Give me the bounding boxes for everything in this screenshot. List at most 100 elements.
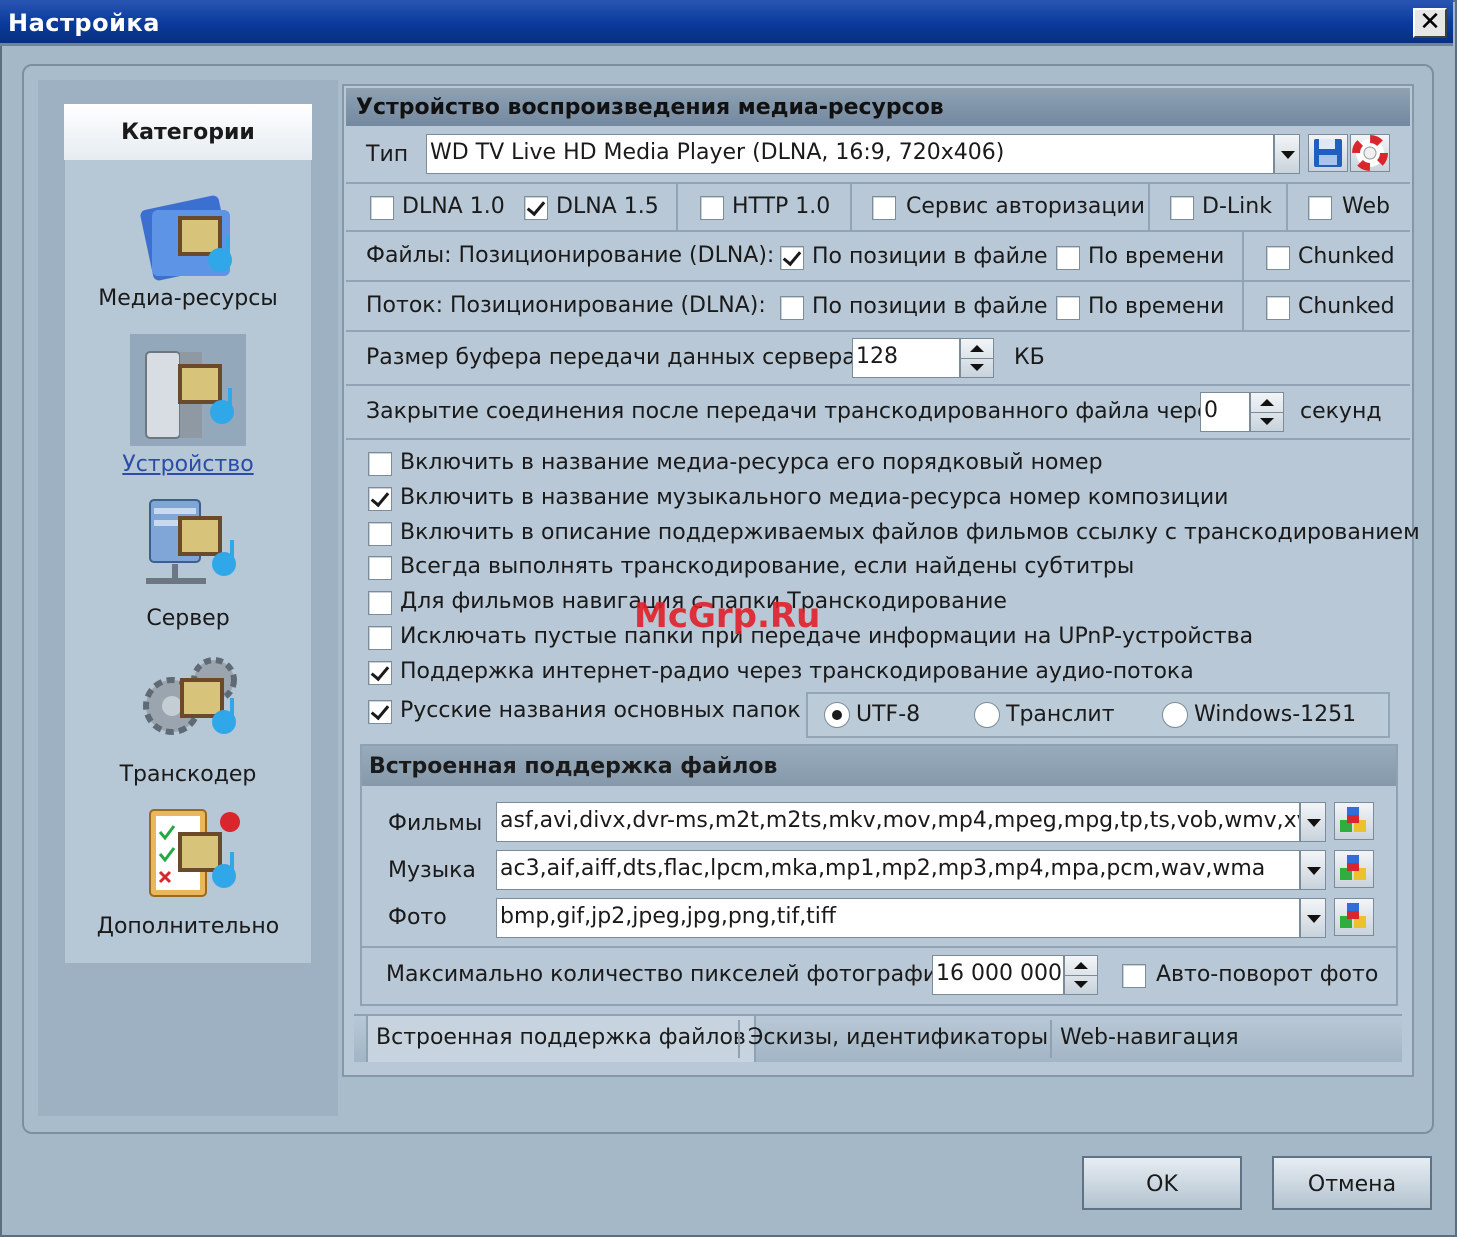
option-checkbox-transcode-link[interactable]	[368, 522, 392, 546]
divider	[1148, 184, 1150, 230]
films-edit-button[interactable]	[1334, 802, 1374, 840]
category-server[interactable]: Сервер	[64, 494, 312, 631]
music-dropdown-button[interactable]	[1300, 850, 1326, 890]
music-edit-button[interactable]	[1334, 850, 1374, 888]
section-title: Устройство воспроизведения медиа-ресурсо…	[346, 88, 1410, 126]
dlna10-label: DLNA 1.0	[402, 194, 505, 219]
option-label: Всегда выполнять транскодирование, если …	[400, 554, 1135, 579]
files-chunked-checkbox[interactable]	[1266, 246, 1290, 270]
cancel-button[interactable]: Отмена	[1272, 1156, 1432, 1210]
option-checkbox-internet-radio[interactable]	[368, 661, 392, 685]
save-profile-button[interactable]	[1308, 134, 1348, 172]
option-label: Включить в название медиа-ресурса его по…	[400, 450, 1103, 475]
autorotate-checkbox[interactable]	[1122, 964, 1146, 988]
stream-seek-time-label: По времени	[1088, 294, 1225, 319]
divider	[346, 182, 1410, 184]
files-seek-time-label: По времени	[1088, 244, 1225, 269]
server-icon	[138, 494, 238, 594]
stream-seek-label: Поток: Позиционирование (DLNA):	[366, 293, 766, 318]
tab-web-navigation[interactable]: Web-навигация	[1052, 1016, 1247, 1060]
auth-service-checkbox[interactable]	[872, 196, 896, 220]
dlna15-label: DLNA 1.5	[556, 194, 659, 219]
files-seek-time-checkbox[interactable]	[1056, 246, 1080, 270]
option-label: Включить в описание поддерживаемых файло…	[400, 520, 1420, 545]
category-header: Категории	[64, 104, 312, 160]
max-pixels-label: Максимально количество пикселей фотограф…	[386, 962, 952, 987]
files-seek-position-label: По позиции в файле	[812, 244, 1048, 269]
dlink-label: D-Link	[1202, 194, 1272, 219]
max-pixels-input[interactable]: 16 000 000	[932, 955, 1064, 995]
close-connection-label: Закрытие соединения после передачи транс…	[366, 399, 1223, 424]
option-checkbox-item-number[interactable]	[368, 452, 392, 476]
close-connection-unit: секунд	[1300, 399, 1382, 424]
divider	[346, 438, 1410, 440]
device-icon	[138, 338, 238, 439]
tab-thumbnails[interactable]: Эскизы, идентификаторы	[740, 1016, 1056, 1060]
encoding-label: Транслит	[1006, 702, 1115, 727]
divider	[346, 230, 1410, 232]
stream-seek-time-checkbox[interactable]	[1056, 296, 1080, 320]
option-label: Включить в название музыкального медиа-р…	[400, 485, 1229, 510]
stream-seek-position-checkbox[interactable]	[780, 296, 804, 320]
stream-chunked-label: Chunked	[1298, 294, 1395, 319]
device-type-dropdown-button[interactable]	[1274, 134, 1300, 174]
divider	[346, 330, 1410, 332]
films-dropdown-button[interactable]	[1300, 802, 1326, 842]
divider	[1286, 184, 1288, 230]
tab-builtin-support[interactable]: Встроенная поддержка файлов	[366, 1014, 756, 1062]
cubes-icon	[1340, 855, 1366, 880]
close-button[interactable]: ✕	[1413, 8, 1447, 38]
dlink-checkbox[interactable]	[1170, 196, 1194, 220]
category-transcoder[interactable]: Транскодер	[64, 650, 312, 787]
category-label: Дополнительно	[96, 914, 280, 939]
files-seek-position-checkbox[interactable]	[780, 246, 804, 270]
encoding-windows1251-radio[interactable]	[1162, 702, 1188, 728]
encoding-utf8-radio[interactable]	[824, 702, 850, 728]
media-folder-icon	[138, 180, 238, 281]
http10-checkbox[interactable]	[700, 196, 724, 220]
music-extensions-input[interactable]: ac3,aif,aiff,dts,flac,lpcm,mka,mp1,mp2,m…	[496, 850, 1300, 890]
option-checkbox-exclude-empty[interactable]	[368, 626, 392, 650]
window-title: Настройка	[8, 9, 160, 37]
buffer-size-spinner[interactable]	[960, 338, 994, 378]
category-media-resources[interactable]: Медиа-ресурсы	[64, 180, 312, 311]
additional-checklist-icon	[138, 802, 240, 902]
close-connection-spinner[interactable]	[1250, 392, 1284, 432]
cubes-icon	[1340, 903, 1366, 928]
files-chunked-label: Chunked	[1298, 244, 1395, 269]
dlna10-checkbox[interactable]	[370, 196, 394, 220]
cubes-icon	[1340, 807, 1366, 832]
option-checkbox-subtitles[interactable]	[368, 556, 392, 580]
category-label: Транскодер	[119, 762, 257, 787]
ok-button[interactable]: OK	[1082, 1156, 1242, 1210]
autorotate-label: Авто-поворот фото	[1156, 962, 1379, 987]
photo-extensions-input[interactable]: bmp,gif,jp2,jpeg,jpg,png,tif,tiff	[496, 898, 1300, 938]
music-label: Музыка	[388, 858, 476, 883]
films-extensions-input[interactable]: asf,avi,divx,dvr-ms,m2t,m2ts,mkv,mov,mp4…	[496, 802, 1300, 842]
device-type-select[interactable]: WD TV Live HD Media Player (DLNA, 16:9, …	[426, 134, 1274, 174]
stream-chunked-checkbox[interactable]	[1266, 296, 1290, 320]
encoding-translit-radio[interactable]	[974, 702, 1000, 728]
option-checkbox-film-navigation[interactable]	[368, 591, 392, 615]
buffer-size-input[interactable]: 128	[852, 338, 960, 378]
builtin-support-title: Встроенная поддержка файлов	[362, 746, 1396, 786]
option-checkbox-russian-folders[interactable]	[368, 700, 392, 724]
reset-profile-button[interactable]	[1350, 134, 1390, 172]
web-checkbox[interactable]	[1308, 196, 1332, 220]
files-seek-label: Файлы: Позиционирование (DLNA):	[366, 243, 775, 268]
close-connection-input[interactable]: 0	[1200, 392, 1250, 432]
title-bar[interactable]: Настройка	[0, 0, 1453, 46]
category-device[interactable]: Устройство	[64, 338, 312, 477]
dlna15-checkbox[interactable]	[524, 196, 548, 220]
photo-dropdown-button[interactable]	[1300, 898, 1326, 938]
category-label: Устройство	[122, 452, 254, 477]
http10-label: HTTP 1.0	[732, 194, 831, 219]
photo-edit-button[interactable]	[1334, 898, 1374, 936]
option-label: Исключать пустые папки при передаче инфо…	[400, 624, 1254, 649]
type-label: Тип	[366, 142, 409, 167]
option-checkbox-track-number[interactable]	[368, 487, 392, 511]
buffer-unit: КБ	[1014, 345, 1045, 370]
divider	[346, 384, 1410, 386]
max-pixels-spinner[interactable]	[1064, 955, 1098, 995]
category-additional[interactable]: Дополнительно	[64, 802, 312, 939]
